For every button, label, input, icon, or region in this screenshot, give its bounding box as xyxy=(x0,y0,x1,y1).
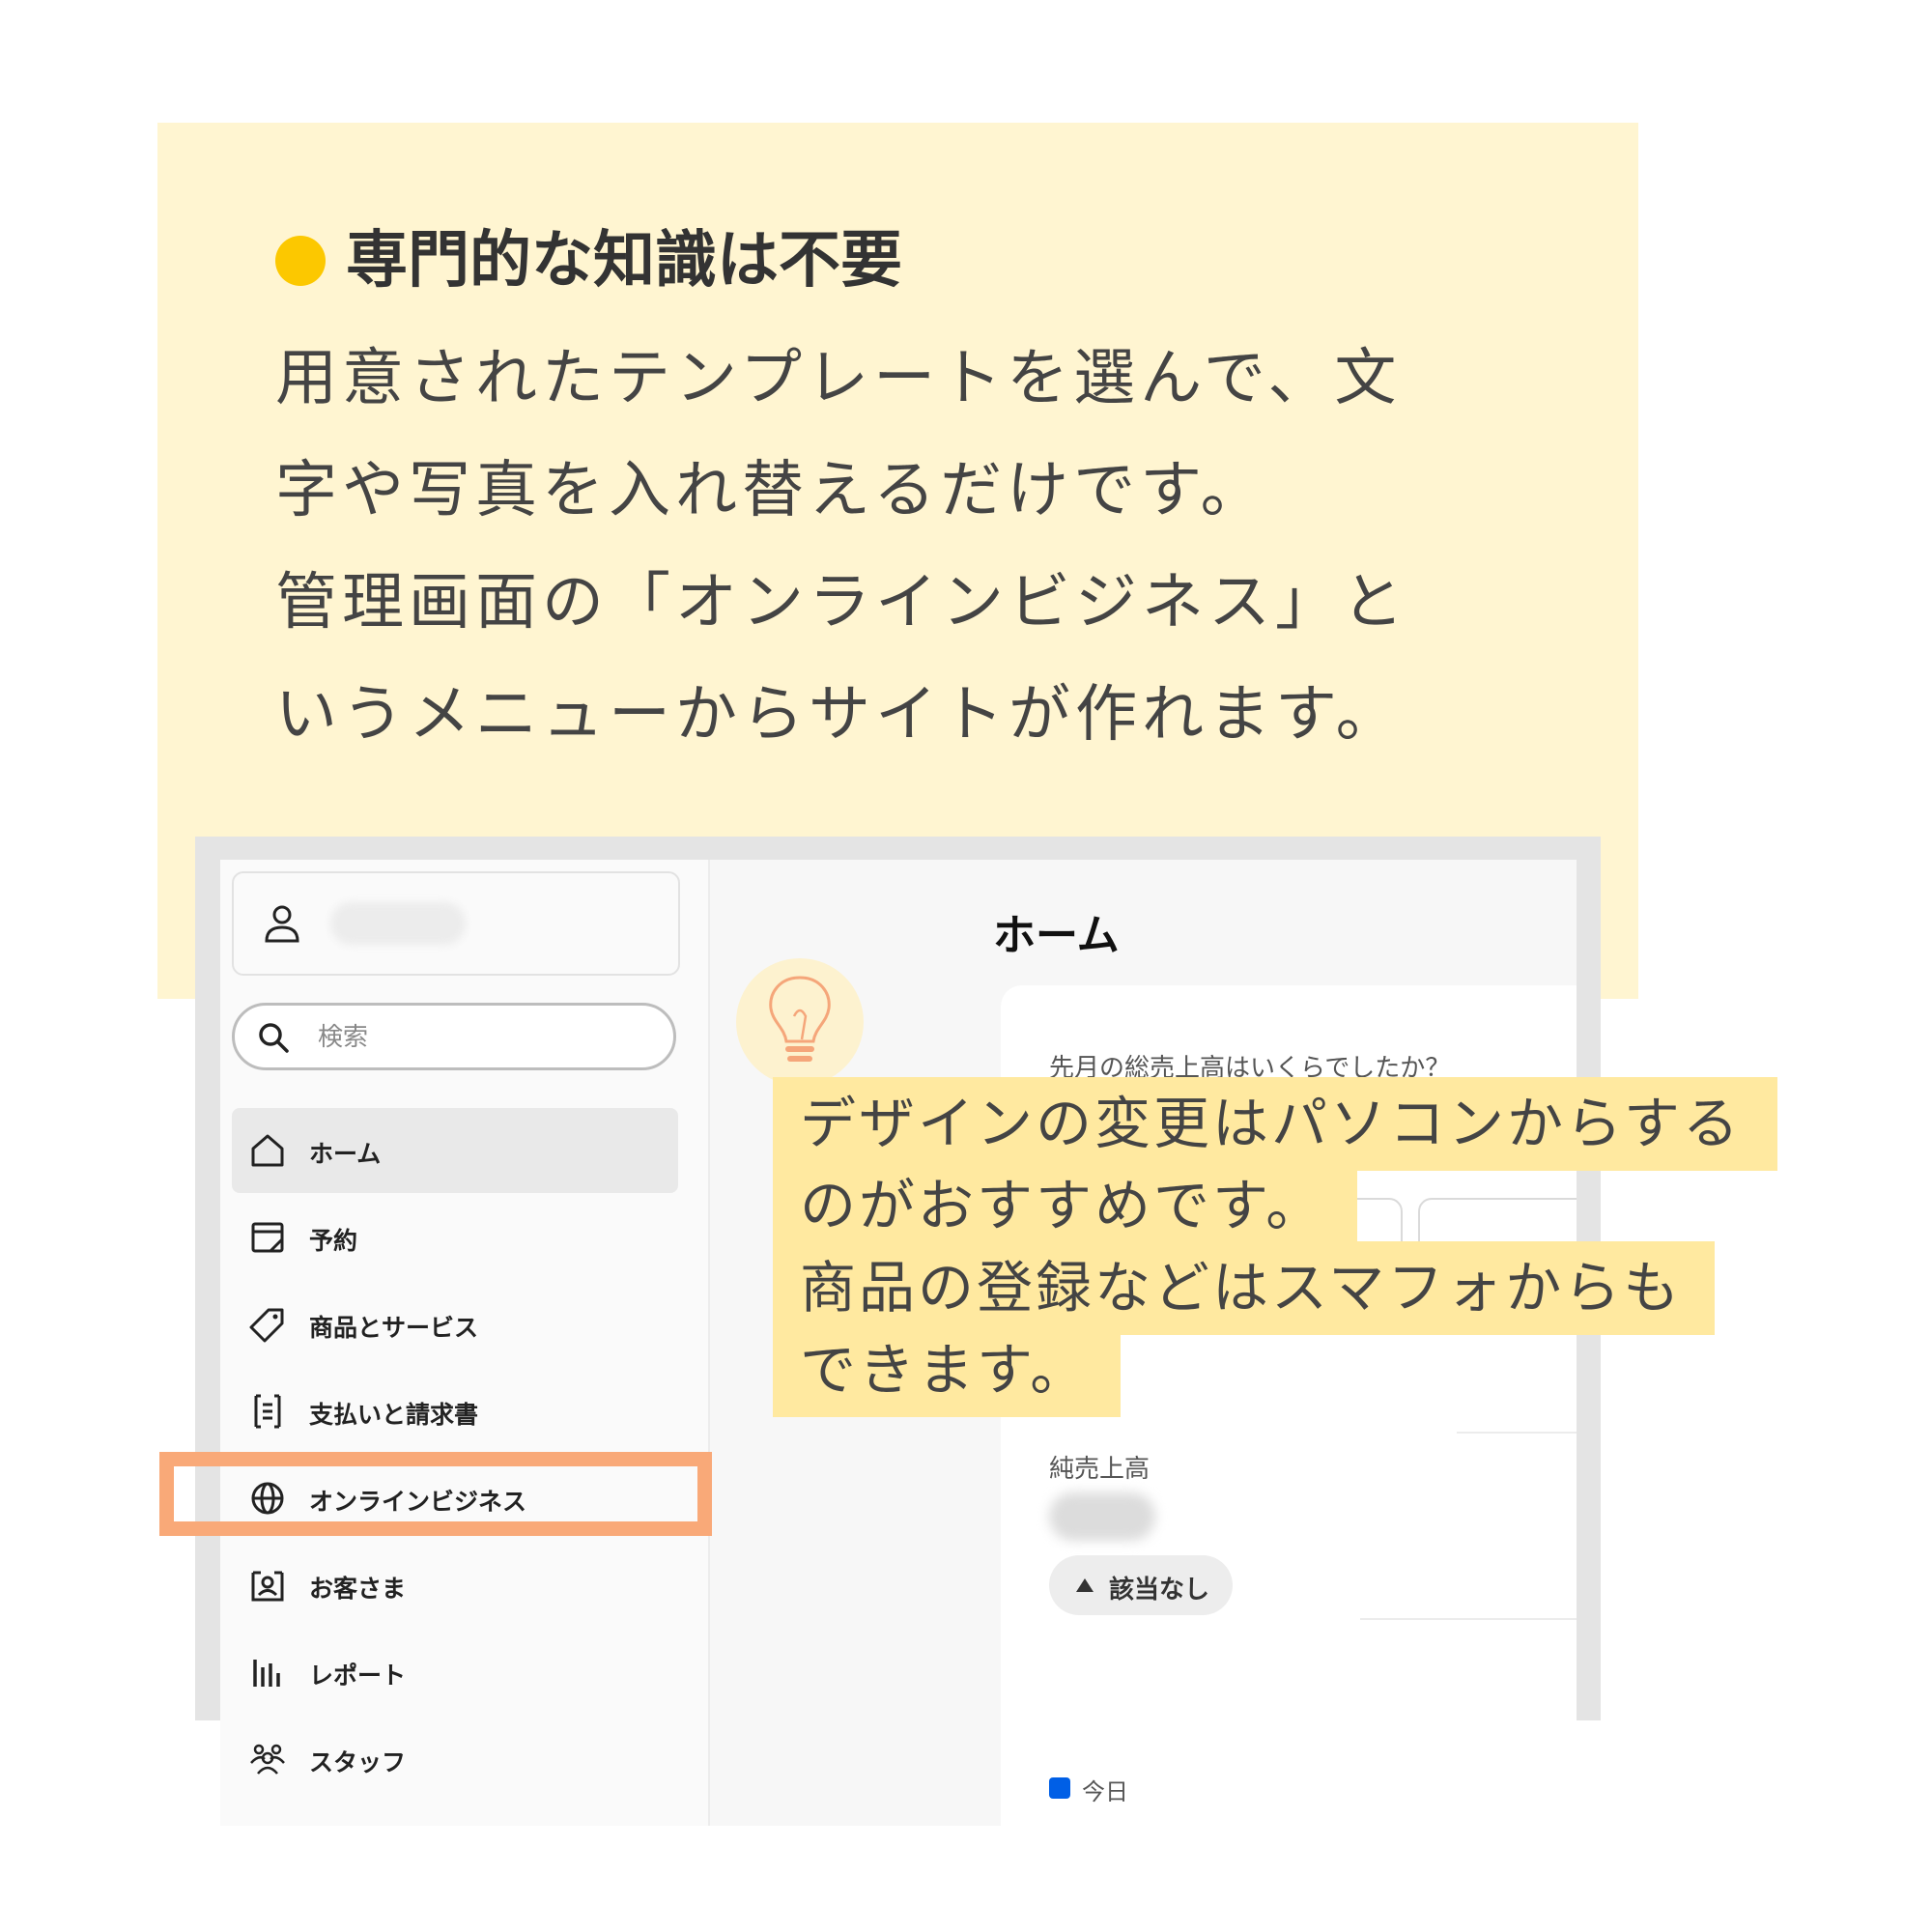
net-sales-value-blurred xyxy=(1049,1492,1155,1541)
tip-line: できます。 xyxy=(773,1323,1121,1417)
body-line: 管理画面の「オンラインビジネス」と xyxy=(275,567,1408,639)
tip-line: 商品の登録などはスマフォからも xyxy=(773,1241,1715,1335)
people-icon xyxy=(250,1744,285,1775)
search-input[interactable] xyxy=(316,1017,648,1058)
lightbulb-badge xyxy=(736,958,864,1086)
body-line: 用意されたテンプレートを選んで、文 xyxy=(275,343,1402,414)
account-name-blurred xyxy=(330,902,466,945)
page-title: ホーム xyxy=(993,911,1120,960)
sidebar-item-reports[interactable]: レポート xyxy=(232,1630,678,1715)
contact-card-icon xyxy=(251,1571,284,1602)
sidebar: ホーム 予約 商品とサービス 支払いと請 xyxy=(220,860,710,1826)
calendar-icon xyxy=(251,1222,284,1253)
sidebar-item-label: スタッフ xyxy=(309,1748,407,1776)
divider xyxy=(1360,1618,1577,1620)
sidebar-item-staff[interactable]: スタッフ xyxy=(232,1717,678,1802)
person-icon xyxy=(265,905,299,943)
sidebar-item-home[interactable]: ホーム xyxy=(232,1108,678,1193)
sidebar-item-label: レポート xyxy=(309,1662,407,1690)
sidebar-item-label: 支払いと請求書 xyxy=(309,1401,479,1429)
lightbulb-icon xyxy=(769,976,831,1062)
legend-swatch-today xyxy=(1049,1777,1070,1799)
sidebar-item-label: 商品とサービス xyxy=(309,1314,479,1342)
body-text: 用意されたテンプレートを選んで、文 字や写真を入れ替えるだけです。 管理画面の「… xyxy=(275,323,1570,771)
receipt-icon xyxy=(254,1394,281,1429)
home-icon xyxy=(251,1134,284,1167)
search-icon xyxy=(259,1023,289,1053)
menu-highlight-frame xyxy=(159,1452,712,1536)
triangle-up-icon xyxy=(1076,1578,1094,1592)
status-badge: 該当なし xyxy=(1049,1555,1233,1615)
bar-chart-icon xyxy=(253,1660,280,1687)
sidebar-item-products[interactable]: 商品とサービス xyxy=(232,1282,678,1367)
sidebar-item-label: 予約 xyxy=(309,1227,358,1255)
legend-label-today: 今日 xyxy=(1082,1778,1128,1805)
divider xyxy=(1457,1432,1577,1434)
sidebar-item-label: お客さま xyxy=(309,1575,407,1603)
body-line: いうメニューからサイトが作れます。 xyxy=(275,679,1403,751)
headline: 専門的な知識は不要 xyxy=(346,225,902,297)
bullet-dot xyxy=(275,236,326,286)
account-button[interactable] xyxy=(232,871,680,976)
sidebar-item-payments[interactable]: 支払いと請求書 xyxy=(232,1369,678,1454)
badge-label: 該当なし xyxy=(1109,1576,1210,1605)
net-sales-label: 純売上高 xyxy=(1049,1455,1151,1484)
tip-line: デザインの変更はパソコンからする xyxy=(773,1077,1777,1171)
sidebar-item-customers[interactable]: お客さま xyxy=(232,1543,678,1628)
tag-icon xyxy=(249,1308,284,1343)
body-line: 字や写真を入れ替えるだけです。 xyxy=(275,455,1267,526)
search-box[interactable] xyxy=(232,1003,676,1070)
sidebar-item-label: ホーム xyxy=(309,1140,382,1168)
sidebar-item-booking[interactable]: 予約 xyxy=(232,1195,678,1280)
tip-line: のがおすすめです。 xyxy=(773,1159,1357,1253)
